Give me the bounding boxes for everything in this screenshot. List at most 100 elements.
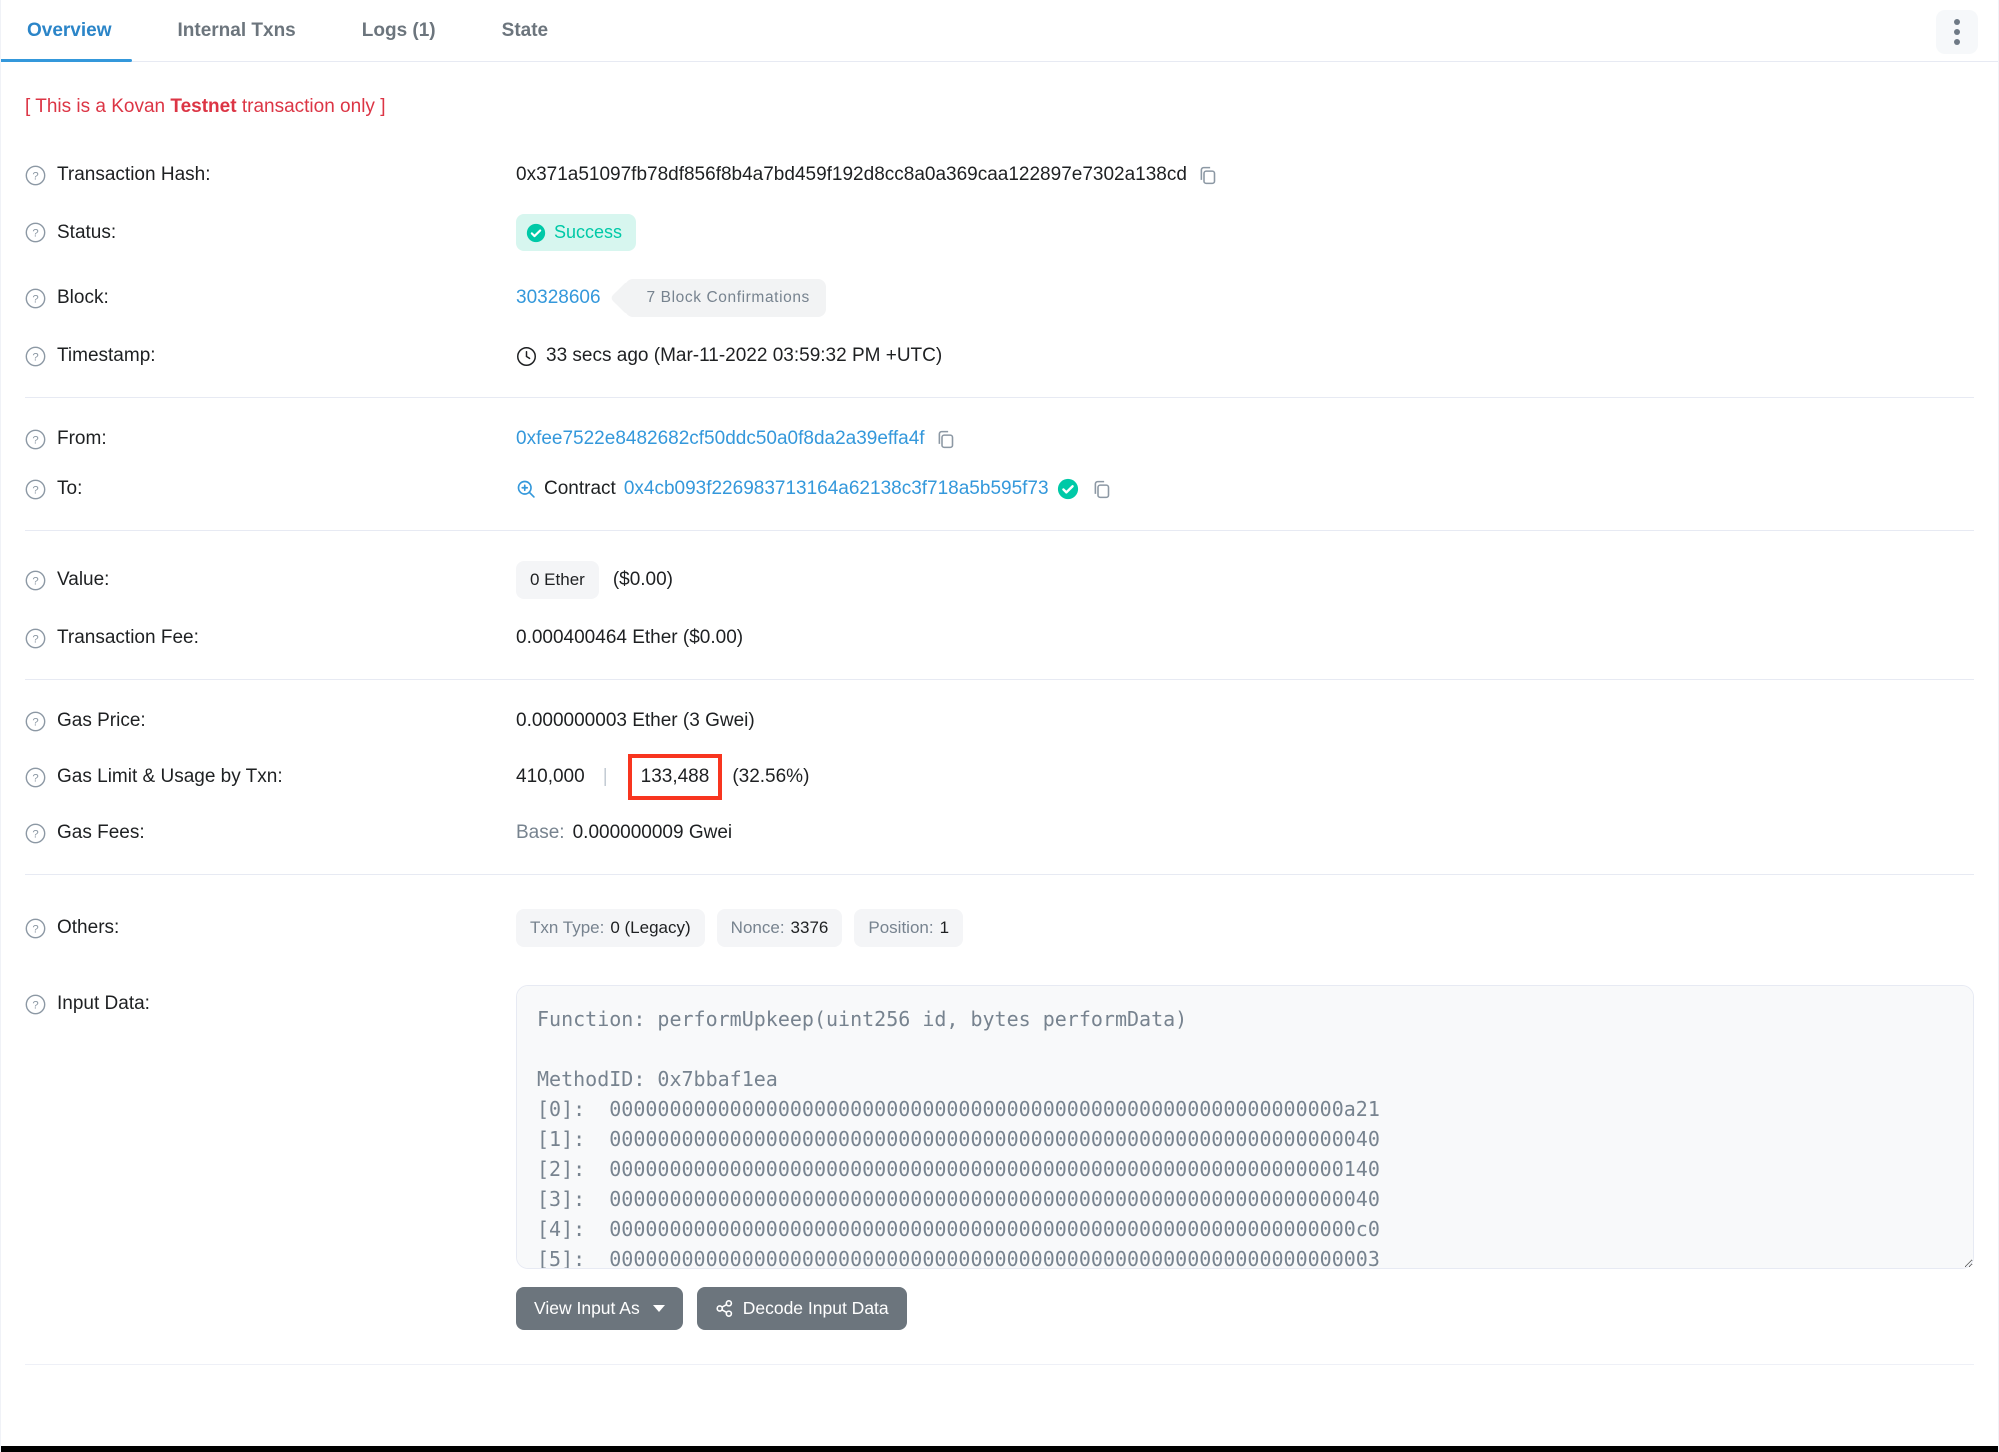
timestamp-label: Timestamp: bbox=[57, 345, 156, 366]
txn-type-key: Txn Type: bbox=[530, 918, 605, 937]
transaction-fee-value: 0.000400464 Ether ($0.00) bbox=[516, 627, 744, 648]
tab-internal-txns[interactable]: Internal Txns bbox=[176, 0, 298, 61]
help-icon[interactable]: ? bbox=[25, 288, 46, 309]
gas-used-percent: (32.56%) bbox=[732, 766, 810, 787]
svg-text:?: ? bbox=[32, 434, 38, 446]
divider bbox=[25, 397, 1974, 398]
transaction-hash-value: 0x371a51097fb78df856f8b4a7bd459f192d8cc8… bbox=[516, 164, 1187, 185]
row-gas-price: ? Gas Price: 0.000000003 Ether (3 Gwei) bbox=[25, 696, 1974, 746]
row-value: ? Value: 0 Ether ($0.00) bbox=[25, 547, 1974, 613]
usd-value: ($0.00) bbox=[612, 569, 674, 590]
transaction-hash-label: Transaction Hash: bbox=[57, 164, 211, 185]
warning-bold: Testnet bbox=[170, 96, 237, 117]
help-icon[interactable]: ? bbox=[25, 628, 46, 649]
svg-text:?: ? bbox=[32, 293, 38, 305]
copy-icon[interactable] bbox=[935, 429, 956, 450]
row-gas-limit-usage: ? Gas Limit & Usage by Txn: 410,000 | 13… bbox=[25, 746, 1974, 808]
row-timestamp: ? Timestamp: 33 secs ago (Mar-11-2022 03… bbox=[25, 331, 1974, 381]
warning-suffix: transaction only ] bbox=[236, 96, 386, 117]
svg-text:?: ? bbox=[32, 633, 38, 645]
view-input-as-button[interactable]: View Input As bbox=[516, 1287, 683, 1330]
copy-icon[interactable] bbox=[1091, 479, 1112, 500]
testnet-warning: [ This is a Kovan Testnet transaction on… bbox=[25, 96, 1974, 118]
status-label: Status: bbox=[57, 221, 117, 243]
tab-logs[interactable]: Logs (1) bbox=[360, 0, 438, 61]
to-address-link[interactable]: 0x4cb093f226983713164a62138c3f718a5b595f… bbox=[624, 478, 1049, 500]
transaction-fee-label: Transaction Fee: bbox=[57, 627, 199, 648]
row-from: ? From: 0xfee7522e8482682cf50ddc50a0f8da… bbox=[25, 414, 1974, 464]
help-icon[interactable]: ? bbox=[25, 823, 46, 844]
block-label: Block: bbox=[57, 287, 109, 308]
divider bbox=[25, 1364, 1974, 1365]
help-icon[interactable]: ? bbox=[25, 165, 46, 186]
svg-text:?: ? bbox=[32, 351, 38, 363]
position-key: Position: bbox=[868, 918, 934, 937]
svg-text:?: ? bbox=[32, 484, 38, 496]
txn-type-value: 0 (Legacy) bbox=[610, 918, 691, 937]
help-icon[interactable]: ? bbox=[25, 767, 46, 788]
transaction-page: Overview Internal Txns Logs (1) State [ … bbox=[0, 0, 1999, 1452]
view-input-as-label: View Input As bbox=[534, 1298, 640, 1318]
help-icon[interactable]: ? bbox=[25, 222, 46, 243]
more-options-button[interactable] bbox=[1936, 10, 1978, 54]
row-status: ? Status: Success bbox=[25, 200, 1974, 265]
value-label: Value: bbox=[57, 569, 110, 590]
copy-icon[interactable] bbox=[1197, 165, 1218, 186]
svg-text:?: ? bbox=[32, 170, 38, 182]
position-pill: Position: 1 bbox=[854, 909, 964, 947]
help-icon[interactable]: ? bbox=[25, 711, 46, 732]
warning-prefix: [ This is a Kovan bbox=[25, 96, 171, 117]
decode-button-label: Decode Input Data bbox=[742, 1298, 889, 1318]
tab-state[interactable]: State bbox=[500, 0, 550, 61]
help-icon[interactable]: ? bbox=[25, 479, 46, 500]
txn-type-pill: Txn Type: 0 (Legacy) bbox=[516, 909, 705, 947]
svg-text:?: ? bbox=[32, 999, 38, 1011]
help-icon[interactable]: ? bbox=[25, 570, 46, 591]
svg-text:?: ? bbox=[32, 716, 38, 728]
svg-text:?: ? bbox=[32, 575, 38, 587]
divider bbox=[25, 530, 1974, 531]
verified-contract-icon bbox=[1057, 478, 1079, 500]
help-icon[interactable]: ? bbox=[25, 994, 46, 1015]
row-transaction-fee: ? Transaction Fee: 0.000400464 Ether ($0… bbox=[25, 613, 1974, 663]
nonce-pill: Nonce: 3376 bbox=[716, 909, 843, 947]
block-number-link[interactable]: 30328606 bbox=[516, 287, 601, 309]
zoom-in-icon[interactable] bbox=[516, 479, 536, 499]
row-gas-fees: ? Gas Fees: Base: 0.000000009 Gwei bbox=[25, 808, 1974, 858]
gas-fees-base-value: 0.000000009 Gwei bbox=[572, 822, 733, 843]
divider bbox=[25, 874, 1974, 875]
status-badge: Success bbox=[516, 214, 637, 251]
input-data-textarea[interactable]: Function: performUpkeep(uint256 id, byte… bbox=[516, 985, 1974, 1269]
input-data-label: Input Data: bbox=[57, 993, 150, 1014]
chevron-down-icon bbox=[652, 1305, 665, 1312]
to-label: To: bbox=[57, 478, 83, 499]
gas-fees-base-label: Base: bbox=[516, 822, 565, 843]
from-address-link[interactable]: 0xfee7522e8482682cf50ddc50a0f8da2a39effa… bbox=[516, 428, 925, 450]
decode-input-data-button[interactable]: Decode Input Data bbox=[696, 1287, 907, 1330]
position-value: 1 bbox=[939, 918, 950, 937]
svg-text:?: ? bbox=[32, 828, 38, 840]
gas-price-label: Gas Price: bbox=[57, 710, 146, 731]
tab-overview[interactable]: Overview bbox=[1, 0, 131, 62]
status-badge-text: Success bbox=[554, 222, 623, 242]
svg-text:?: ? bbox=[32, 923, 38, 935]
help-icon[interactable]: ? bbox=[25, 346, 46, 367]
gas-separator: | bbox=[602, 766, 608, 787]
help-icon[interactable]: ? bbox=[25, 918, 46, 939]
row-others: ? Others: Txn Type: 0 (Legacy) Nonce: 33… bbox=[25, 891, 1974, 965]
divider bbox=[25, 679, 1974, 680]
clock-icon bbox=[516, 346, 537, 367]
timestamp-value: 33 secs ago (Mar-11-2022 03:59:32 PM +UT… bbox=[546, 345, 943, 366]
gas-price-value: 0.000000003 Ether (3 Gwei) bbox=[516, 710, 755, 731]
help-icon[interactable]: ? bbox=[25, 429, 46, 450]
ether-value-badge: 0 Ether bbox=[516, 561, 599, 599]
row-transaction-hash: ? Transaction Hash: 0x371a51097fb78df856… bbox=[25, 150, 1974, 200]
overview-content: ? Transaction Hash: 0x371a51097fb78df856… bbox=[1, 150, 1998, 1344]
svg-text:?: ? bbox=[32, 227, 38, 239]
gas-used-highlight-box: 133,488 bbox=[627, 754, 723, 800]
row-input-data: ? Input Data: Function: performUpkeep(ui… bbox=[25, 965, 1974, 1344]
row-to: ? To: Contract 0x4cb093f226983713164a621… bbox=[25, 464, 1974, 514]
block-confirmations-badge: 7 Block Confirmations bbox=[609, 279, 826, 317]
svg-text:?: ? bbox=[32, 772, 38, 784]
gas-used-value: 133,488 bbox=[640, 766, 710, 787]
